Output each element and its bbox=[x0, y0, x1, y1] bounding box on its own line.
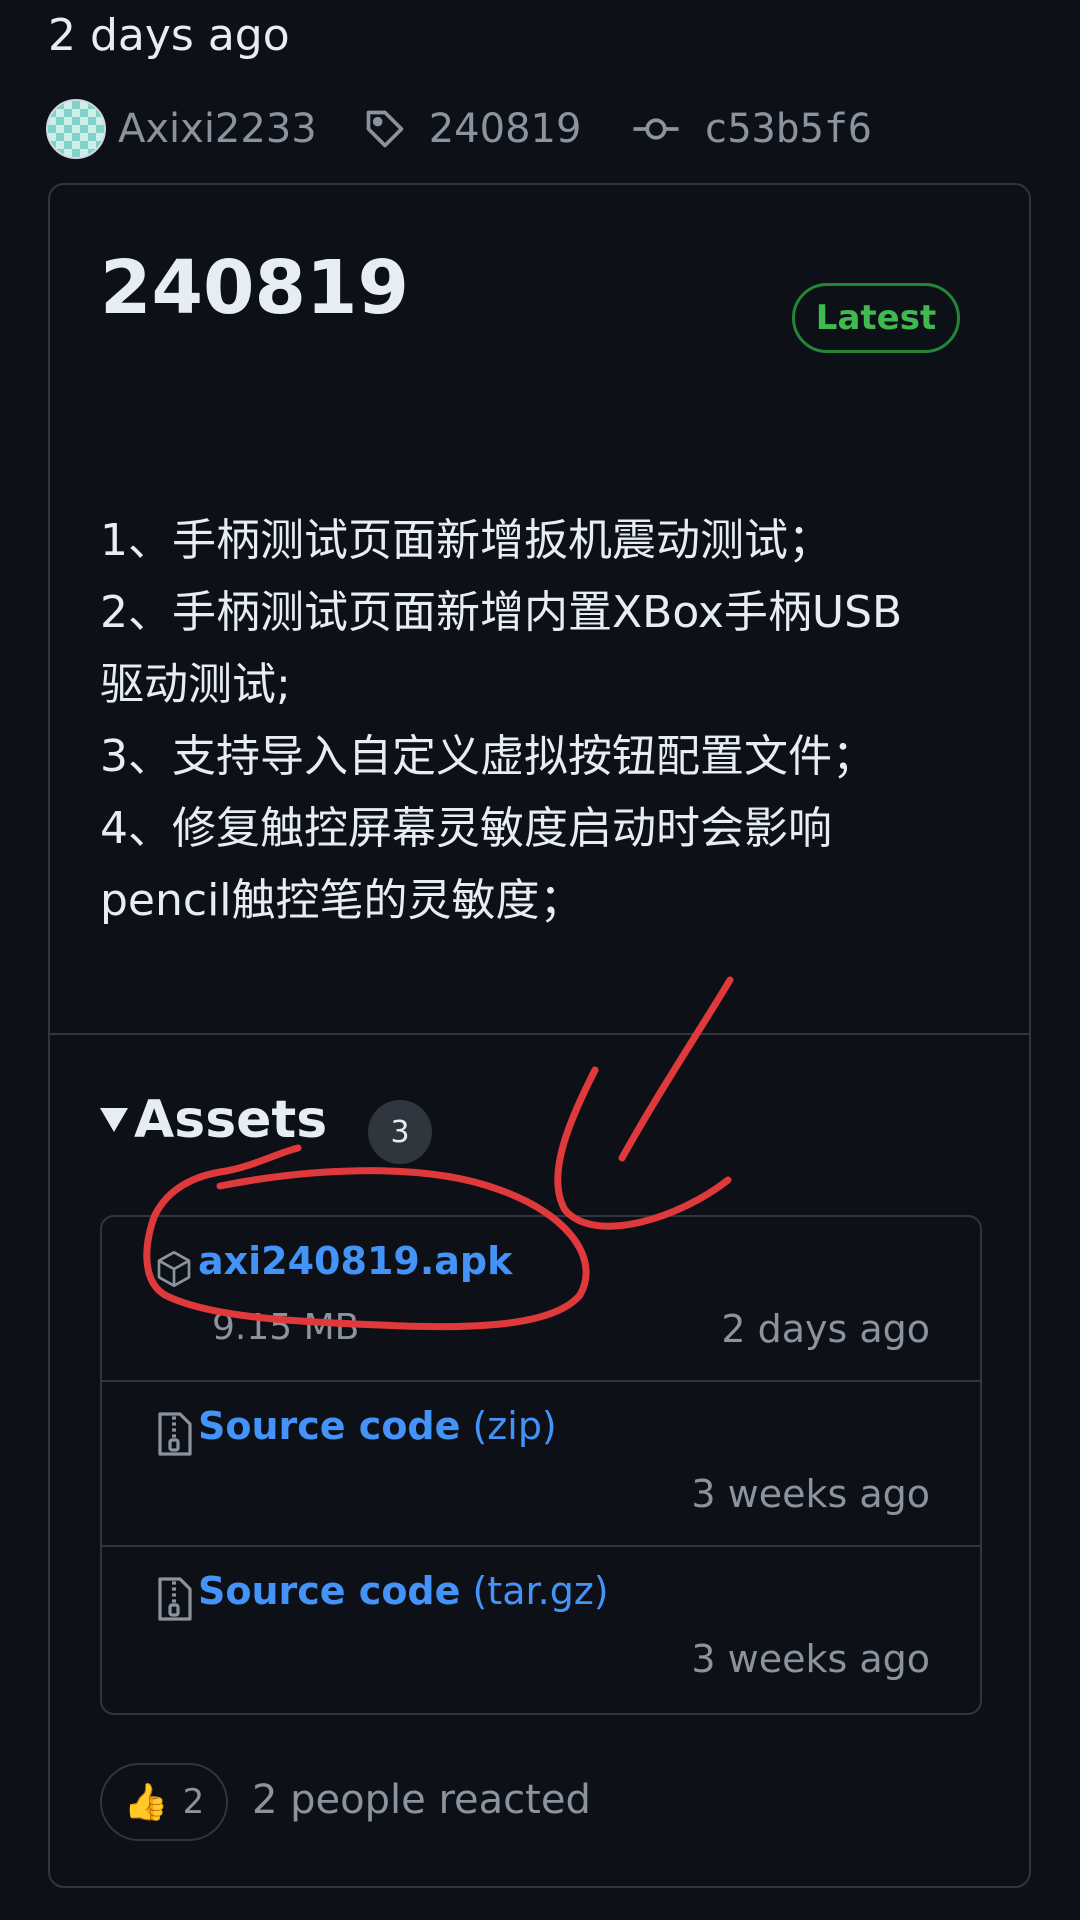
assets-list: axi240819.apk 9.15 MB 2 days ago Source … bbox=[100, 1215, 982, 1715]
release-title[interactable]: 240819 bbox=[100, 245, 409, 331]
asset-link-zip[interactable]: Source code (zip) bbox=[198, 1404, 557, 1448]
release-note-line: 2、手柄测试页面新增内置XBox手柄USB bbox=[100, 587, 903, 638]
asset-row: Source code (zip) 3 weeks ago bbox=[102, 1382, 980, 1547]
tag-link[interactable]: 240819 bbox=[429, 106, 582, 152]
latest-badge: Latest bbox=[792, 283, 960, 353]
reaction-summary: 2 people reacted bbox=[252, 1777, 591, 1823]
asset-date: 3 weeks ago bbox=[691, 1472, 930, 1516]
asset-date: 2 days ago bbox=[721, 1307, 930, 1351]
card-divider bbox=[50, 1033, 1029, 1035]
release-page: 2 days ago Axixi2233 240819 c53b5f6 2408… bbox=[0, 0, 1080, 1920]
package-icon bbox=[157, 1251, 191, 1287]
release-notes: 1、手柄测试页面新增扳机震动测试； 2、手柄测试页面新增内置XBox手柄USB … bbox=[100, 505, 980, 937]
release-note-line: 1、手柄测试页面新增扳机震动测试； bbox=[100, 515, 832, 566]
asset-link-apk[interactable]: axi240819.apk bbox=[198, 1239, 512, 1283]
release-relative-date: 2 days ago bbox=[48, 10, 290, 61]
release-card: 240819 Latest 1、手柄测试页面新增扳机震动测试； 2、手柄测试页面… bbox=[48, 183, 1031, 1888]
asset-date: 3 weeks ago bbox=[691, 1637, 930, 1681]
thumbs-up-icon: 👍 bbox=[123, 1782, 169, 1823]
assets-count-badge: 3 bbox=[368, 1100, 432, 1164]
asset-name: axi240819.apk bbox=[198, 1239, 513, 1283]
author-link[interactable]: Axixi2233 bbox=[118, 106, 317, 152]
commit-link[interactable]: c53b5f6 bbox=[703, 106, 872, 152]
asset-row: Source code (tar.gz) 3 weeks ago bbox=[102, 1547, 980, 1712]
tag-icon bbox=[366, 110, 404, 148]
triangle-down-icon bbox=[100, 1108, 128, 1132]
file-zip-icon bbox=[158, 1577, 192, 1621]
release-meta-row: Axixi2233 240819 c53b5f6 bbox=[46, 98, 872, 160]
asset-name: Source code bbox=[198, 1569, 461, 1613]
reaction-button[interactable]: 👍 2 bbox=[100, 1763, 228, 1841]
asset-name: Source code bbox=[198, 1404, 461, 1448]
reaction-count: 2 bbox=[182, 1782, 205, 1822]
file-zip-icon bbox=[158, 1412, 192, 1456]
asset-size: 9.15 MB bbox=[212, 1307, 360, 1348]
release-note-line: pencil触控笔的灵敏度； bbox=[100, 875, 584, 926]
asset-suffix: (tar.gz) bbox=[460, 1569, 609, 1613]
assets-toggle[interactable]: Assets bbox=[100, 1090, 327, 1150]
commit-icon bbox=[633, 118, 679, 140]
author-avatar[interactable] bbox=[46, 99, 106, 159]
release-note-line: 4、修复触控屏幕灵敏度启动时会影响 bbox=[100, 803, 832, 854]
asset-row: axi240819.apk 9.15 MB 2 days ago bbox=[102, 1217, 980, 1382]
release-note-line: 驱动测试; bbox=[100, 659, 291, 710]
assets-title: Assets bbox=[134, 1090, 328, 1150]
asset-suffix: (zip) bbox=[460, 1404, 557, 1448]
release-note-line: 3、支持导入自定义虚拟按钮配置文件； bbox=[100, 731, 876, 782]
asset-link-targz[interactable]: Source code (tar.gz) bbox=[198, 1569, 609, 1613]
